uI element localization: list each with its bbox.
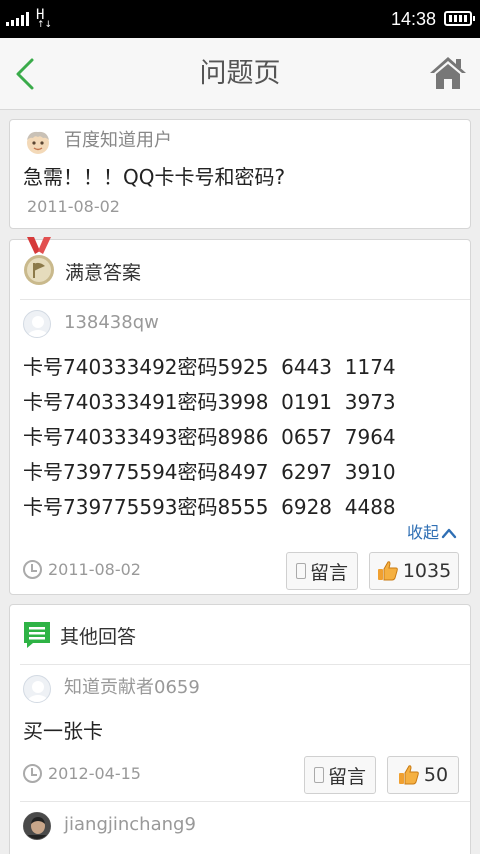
user-photo-icon [24, 813, 50, 839]
answer-line: 卡号740333493密码8986 0657 7964 [23, 425, 396, 449]
clock-icon [23, 764, 42, 783]
divider [20, 801, 470, 802]
collapse-label: 收起 [406, 523, 439, 542]
question-date: 2011-08-02 [27, 197, 120, 216]
comment-button[interactable]: 留言 [286, 552, 358, 590]
answer-line: 卡号740333492密码5925 6443 1174 [23, 355, 396, 379]
other-answers-card: 其他回答 知道贡献者0659 买一张卡 2012-04-15 留言 50 jia… [9, 604, 471, 854]
status-bar: H ↑↓ 14:38 [0, 0, 480, 38]
comment-list-icon [24, 622, 50, 648]
default-avatar-icon [27, 316, 49, 337]
like-count: 50 [423, 764, 449, 786]
like-button[interactable]: 50 [387, 756, 459, 794]
collapse-link[interactable]: 收起 [407, 522, 457, 544]
thumbs-up-icon [377, 561, 398, 581]
question-card: 百度知道用户 急需！！！QQ卡卡号和密码? 2011-08-02 [9, 119, 471, 229]
answerer-avatar [23, 675, 51, 703]
home-button[interactable] [428, 54, 468, 92]
question-author: 百度知道用户 [64, 130, 172, 151]
clock-icon [23, 560, 42, 579]
divider [20, 664, 470, 665]
home-icon [430, 57, 466, 89]
answer-line: 卡号739775593密码8555 6928 4488 [23, 495, 396, 519]
answerer-name[interactable]: 138438qw [64, 310, 159, 336]
page-title: 问题页 [199, 58, 281, 89]
phone-icon [295, 563, 306, 579]
battery-icon [444, 11, 475, 26]
answerer-avatar [23, 812, 51, 840]
default-avatar-icon [27, 681, 49, 702]
divider [20, 299, 470, 300]
status-time: 14:38 [390, 9, 436, 29]
question-title: 急需！！！QQ卡卡号和密码? [23, 165, 286, 189]
answer-line: 卡号739775594密码8497 6297 3910 [23, 460, 396, 484]
medal-icon [24, 237, 54, 285]
answerer-name[interactable]: jiangjinchang9 [64, 812, 196, 838]
answer-date: 2012-04-15 [48, 764, 141, 783]
signal-icon [6, 12, 29, 26]
answerer-avatar [23, 310, 51, 338]
thumbs-up-icon [398, 765, 419, 785]
like-count: 1035 [402, 560, 452, 582]
like-button[interactable]: 1035 [369, 552, 459, 590]
comment-button[interactable]: 留言 [304, 756, 376, 794]
comment-label: 留言 [327, 765, 366, 788]
chevron-up-icon [441, 528, 457, 539]
phone-icon [313, 767, 324, 783]
answer-content: 卡号740333492密码5925 6443 1174 卡号740333491密… [23, 350, 396, 525]
answer-line: 卡号740333491密码3998 0191 3973 [23, 390, 396, 414]
answer-date-row: 2012-04-15 [23, 764, 141, 783]
network-activity-icon: ↑↓ [37, 20, 53, 30]
answer-date-row: 2011-08-02 [23, 560, 141, 579]
best-answer-card: 满意答案 138438qw 卡号740333492密码5925 6443 117… [9, 237, 471, 595]
answer-content: 买一张卡 [23, 719, 103, 743]
answer-date: 2011-08-02 [48, 560, 141, 579]
other-answers-label: 其他回答 [60, 626, 137, 648]
user-avatar-icon [27, 131, 49, 154]
answerer-name[interactable]: 知道贡献者0659 [64, 675, 200, 701]
best-answer-label: 满意答案 [65, 262, 142, 284]
nav-bar: 问题页 [0, 38, 480, 110]
comment-label: 留言 [309, 561, 348, 584]
